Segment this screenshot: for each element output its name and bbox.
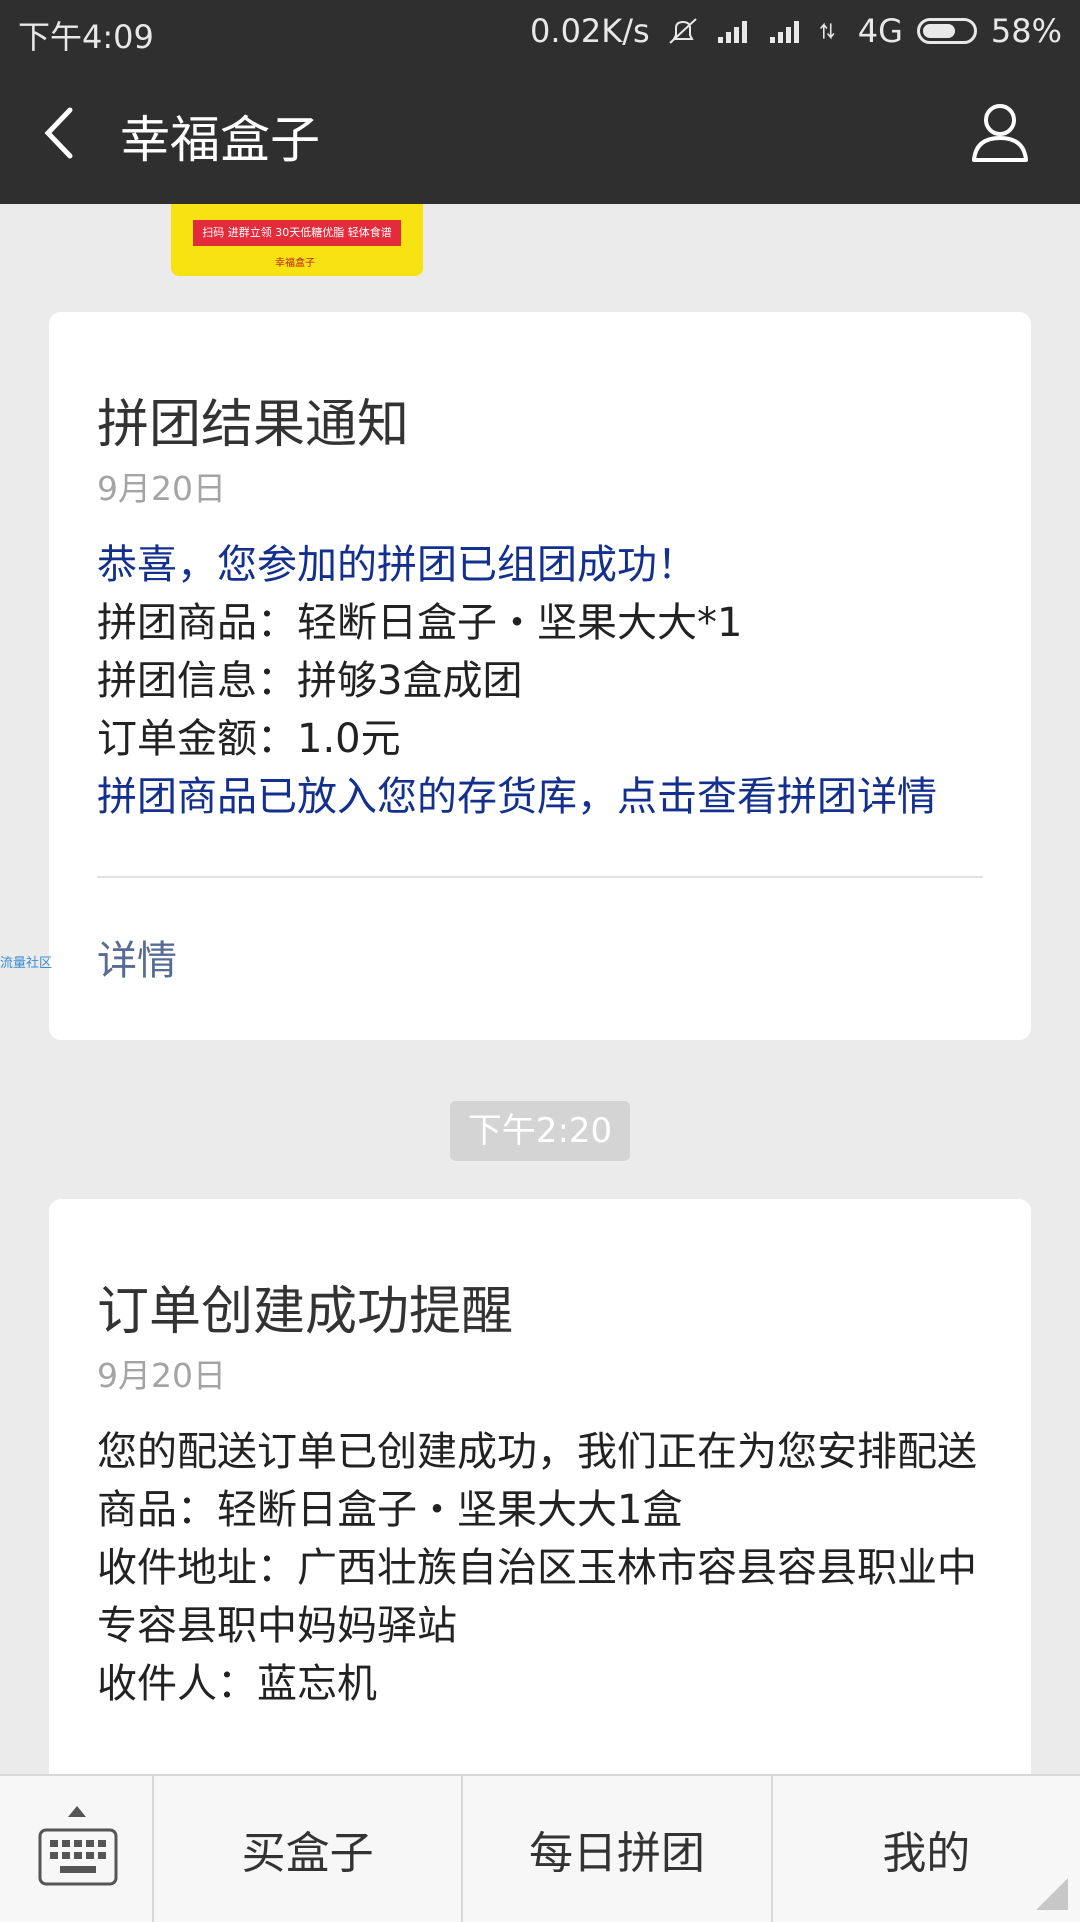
status-time: 下午4:09 (18, 18, 154, 56)
keyboard-toggle[interactable] (0, 1776, 154, 1922)
submenu-corner-icon (1035, 1878, 1068, 1910)
promo-image[interactable]: 扫码 进群立领 30天低糖优脂 轻体食谱 幸福盒子 (171, 204, 423, 276)
chevron-up-icon (68, 1806, 86, 1817)
card-line: 商品：轻断日盒子・坚果大大1盒 (97, 1487, 683, 1533)
card-line: 收件人：蓝忘机 (97, 1661, 377, 1707)
status-icons: 0.02K/s 4G 58% (530, 12, 1062, 50)
card-line: 拼团商品已放入您的存货库，点击查看拼团详情 (97, 774, 937, 820)
signal-icon (717, 21, 747, 43)
chevron-left-icon[interactable] (36, 98, 86, 168)
menu-mine-label: 我的 (882, 1828, 971, 1879)
card-date: 9月20日 (97, 469, 226, 508)
card-date: 9月20日 (97, 1356, 226, 1395)
order-created-card[interactable]: 订单创建成功提醒 9月20日 您的配送订单已创建成功，我们正在为您安排配送 商品… (49, 1199, 1031, 1799)
person-icon[interactable] (970, 100, 1030, 164)
menu-buy-box[interactable]: 买盒子 (154, 1776, 464, 1922)
mute-bell-icon (669, 18, 697, 44)
data-transfer-icon (819, 22, 835, 40)
card-title: 拼团结果通知 (97, 395, 410, 455)
card-title: 订单创建成功提醒 (97, 1282, 514, 1342)
net-speed: 0.02K/s (530, 12, 650, 50)
divider (97, 876, 983, 878)
bottom-menu: 买盒子 每日拼团 我的 (0, 1774, 1080, 1922)
status-bar: 下午4:09 0.02K/s 4G 58% (0, 0, 1080, 62)
signal-icon (769, 21, 799, 43)
card-body: 您的配送订单已创建成功，我们正在为您安排配送 商品：轻断日盒子・坚果大大1盒 收… (97, 1423, 987, 1713)
page-title: 幸福盒子 (120, 111, 320, 169)
keyboard-icon (38, 1828, 118, 1886)
details-link[interactable]: 详情 (97, 928, 177, 986)
card-line: 收件地址：广西壮族自治区玉林市容县容县职业中专容县职中妈妈驿站 (97, 1545, 977, 1649)
card-line: 恭喜，您参加的拼团已组团成功！ (97, 542, 697, 588)
card-line: 拼团信息：拼够3盒成团 (97, 658, 523, 704)
timestamp-badge: 下午2:20 (450, 1101, 630, 1161)
watermark-text: 流量社区 (0, 956, 53, 971)
card-line: 您的配送订单已创建成功，我们正在为您安排配送 (97, 1429, 977, 1475)
battery-icon (916, 18, 977, 44)
group-result-card[interactable]: 拼团结果通知 9月20日 恭喜，您参加的拼团已组团成功！ 拼团商品：轻断日盒子・… (49, 312, 1031, 1040)
menu-daily-group[interactable]: 每日拼团 (463, 1776, 773, 1922)
promo-strip: 扫码 进群立领 30天低糖优脂 轻体食谱 (193, 220, 401, 246)
menu-mine[interactable]: 我的 (773, 1776, 1080, 1922)
title-bar: 幸福盒子 (0, 62, 1080, 204)
card-line: 拼团商品：轻断日盒子・坚果大大*1 (97, 600, 743, 646)
promo-logo: 幸福盒子 (275, 258, 315, 269)
battery-percent: 58% (990, 12, 1062, 50)
network-type: 4G (857, 12, 903, 50)
card-line: 订单金额：1.0元 (97, 716, 401, 762)
card-body: 恭喜，您参加的拼团已组团成功！ 拼团商品：轻断日盒子・坚果大大*1 拼团信息：拼… (97, 536, 987, 826)
